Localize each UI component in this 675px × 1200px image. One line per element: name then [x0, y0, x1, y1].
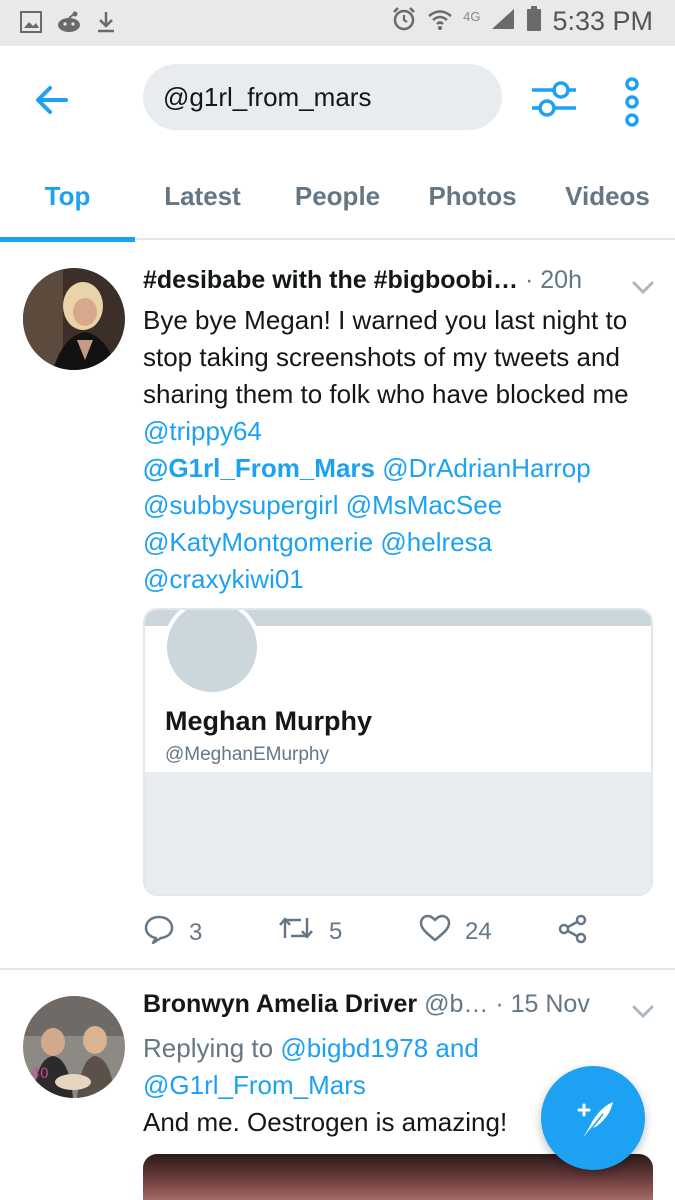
card-name: Meghan Murphy — [165, 706, 372, 736]
wifi-icon — [427, 7, 453, 36]
gallery-icon — [20, 11, 42, 38]
reddit-icon — [56, 11, 82, 38]
tweet-meta: @b… · 15 Nov — [424, 990, 590, 1018]
back-arrow-icon[interactable] — [30, 78, 74, 122]
mention-link[interactable]: @G1rl_From_Mars — [143, 1070, 366, 1100]
status-bar: 4G 5:33 PM — [0, 0, 675, 46]
card-footer — [145, 772, 651, 894]
replying-prefix: Replying to — [143, 1033, 281, 1063]
card-avatar — [163, 610, 261, 696]
alarm-icon — [391, 6, 417, 37]
like-button[interactable]: 24 — [419, 914, 492, 949]
network-type: 4G — [463, 9, 481, 24]
reply-count: 3 — [189, 918, 203, 946]
mention-link[interactable]: @G1rl_From_Mars — [143, 453, 375, 483]
tab-videos[interactable]: Videos — [540, 158, 675, 240]
clock: 5:33 PM — [552, 6, 653, 36]
battery-icon — [526, 6, 542, 37]
overflow-menu-icon[interactable] — [620, 74, 644, 130]
mention-link[interactable]: @KatyMontgomerie — [143, 527, 373, 557]
avatar[interactable] — [23, 268, 125, 370]
tweet-meta: · 20h — [524, 266, 582, 294]
tab-photos[interactable]: Photos — [405, 158, 540, 240]
mention-link[interactable]: @bigbd1978 — [280, 1033, 428, 1063]
retweet-icon — [277, 914, 315, 949]
download-icon — [96, 10, 116, 39]
tweet[interactable]: #desibabe with the #bigboobi… · 20h Bye … — [0, 246, 675, 966]
tweet-actions: 3 5 24 — [143, 914, 653, 954]
compose-feather-icon — [569, 1094, 619, 1149]
like-count: 24 — [465, 917, 492, 945]
share-button[interactable] — [557, 914, 589, 951]
mention-link[interactable]: @subbysupergirl — [143, 490, 338, 520]
chevron-down-icon[interactable] — [630, 1002, 656, 1022]
tab-top[interactable]: Top — [0, 158, 135, 242]
search-input[interactable]: @g1rl_from_mars — [143, 64, 502, 130]
replying-and: and — [428, 1033, 479, 1063]
mention-link[interactable]: @craxykiwi01 — [143, 564, 304, 594]
signal-icon — [490, 7, 516, 36]
tweet-text: And me. Oestrogen is amazing! — [143, 1107, 508, 1137]
svg-text:40: 40 — [31, 1066, 49, 1082]
mention-link[interactable]: @helresa — [380, 527, 492, 557]
compose-tweet-button[interactable] — [541, 1066, 645, 1170]
tweet-author-name[interactable]: Bronwyn Amelia Driver — [143, 990, 417, 1018]
tweet-author-name[interactable]: #desibabe with the #bigboobi… — [143, 266, 518, 294]
reply-icon — [143, 914, 175, 951]
tab-people[interactable]: People — [270, 158, 405, 240]
profile-card[interactable]: Meghan Murphy @MeghanEMurphy — [143, 608, 653, 896]
search-header: @g1rl_from_mars — [0, 46, 675, 158]
retweet-count: 5 — [329, 917, 343, 945]
chevron-down-icon[interactable] — [630, 278, 656, 298]
search-filter-icon[interactable] — [530, 76, 578, 122]
mention-link[interactable]: @trippy64 — [143, 416, 262, 446]
heart-icon — [419, 914, 451, 949]
mention-link[interactable]: @MsMacSee — [346, 490, 502, 520]
avatar[interactable]: 40 — [23, 996, 125, 1098]
search-tabs: Top Latest People Photos Videos — [0, 158, 675, 242]
mention-link[interactable]: @DrAdrianHarrop — [382, 453, 590, 483]
tweet-text: Bye bye Megan! I warned you last night t… — [143, 302, 653, 598]
tweet-text-plain: Bye bye Megan! I warned you last night t… — [143, 305, 629, 409]
share-icon — [557, 914, 589, 951]
search-query: @g1rl_from_mars — [163, 82, 372, 112]
tab-latest[interactable]: Latest — [135, 158, 270, 240]
card-handle: @MeghanEMurphy — [165, 744, 329, 765]
retweet-button[interactable]: 5 — [277, 914, 342, 949]
reply-button[interactable]: 3 — [143, 914, 202, 951]
